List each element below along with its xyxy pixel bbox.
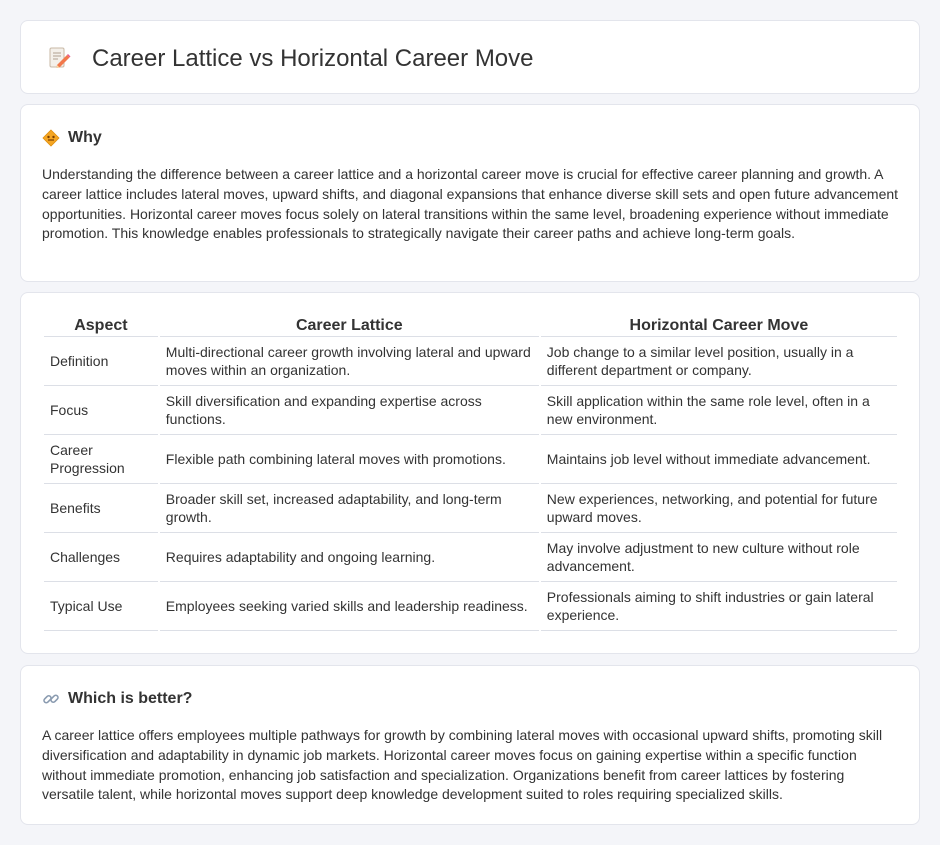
row-lattice: Multi-directional career growth involvin… (159, 337, 539, 386)
which-better-section: Which is better? A career lattice offers… (20, 665, 920, 825)
better-text: A career lattice offers employees multip… (42, 727, 883, 803)
table-row: Challenges Requires adaptability and ong… (44, 533, 897, 582)
header-aspect: Aspect (44, 315, 158, 337)
header-card: Career Lattice vs Horizontal Career Move (20, 20, 920, 94)
better-heading: Which is better? (68, 690, 193, 707)
why-section: Why Understanding the difference between… (20, 104, 920, 282)
row-aspect: Focus (44, 386, 158, 435)
diamond-warning-icon (42, 129, 60, 147)
table-row: Benefits Broader skill set, increased ad… (44, 484, 897, 533)
header-horizontal-move: Horizontal Career Move (540, 315, 897, 337)
table-row: Career Progression Flexible path combini… (44, 435, 897, 484)
row-lattice: Skill diversification and expanding expe… (159, 386, 539, 435)
row-horizontal: Job change to a similar level position, … (540, 337, 897, 386)
comparison-table: Aspect Career Lattice Horizontal Career … (42, 315, 899, 631)
row-horizontal: New experiences, networking, and potenti… (540, 484, 897, 533)
row-aspect: Career Progression (44, 435, 158, 484)
table-row: Focus Skill diversification and expandin… (44, 386, 897, 435)
row-lattice: Flexible path combining lateral moves wi… (159, 435, 539, 484)
link-icon (43, 694, 59, 704)
row-aspect: Benefits (44, 484, 158, 533)
why-heading: Why (68, 129, 102, 146)
row-horizontal: Maintains job level without immediate ad… (540, 435, 897, 484)
why-text: Understanding the difference between a c… (42, 166, 899, 242)
page-title: Career Lattice vs Horizontal Career Move (92, 45, 534, 72)
table-header-row: Aspect Career Lattice Horizontal Career … (44, 315, 897, 337)
memo-pencil-icon (49, 47, 71, 68)
row-lattice: Broader skill set, increased adaptabilit… (159, 484, 539, 533)
comparison-section: Aspect Career Lattice Horizontal Career … (20, 292, 920, 654)
row-aspect: Challenges (44, 533, 158, 582)
row-horizontal: Skill application within the same role l… (540, 386, 897, 435)
better-heading-row: Which is better? (42, 688, 192, 710)
table-row: Definition Multi-directional career grow… (44, 337, 897, 386)
why-heading-row: Why (42, 127, 102, 149)
row-horizontal: Professionals aiming to shift industries… (540, 582, 897, 631)
row-aspect: Definition (44, 337, 158, 386)
row-aspect: Typical Use (44, 582, 158, 631)
table-row: Typical Use Employees seeking varied ski… (44, 582, 897, 631)
header-career-lattice: Career Lattice (159, 315, 539, 337)
row-horizontal: May involve adjustment to new culture wi… (540, 533, 897, 582)
row-lattice: Requires adaptability and ongoing learni… (159, 533, 539, 582)
row-lattice: Employees seeking varied skills and lead… (159, 582, 539, 631)
